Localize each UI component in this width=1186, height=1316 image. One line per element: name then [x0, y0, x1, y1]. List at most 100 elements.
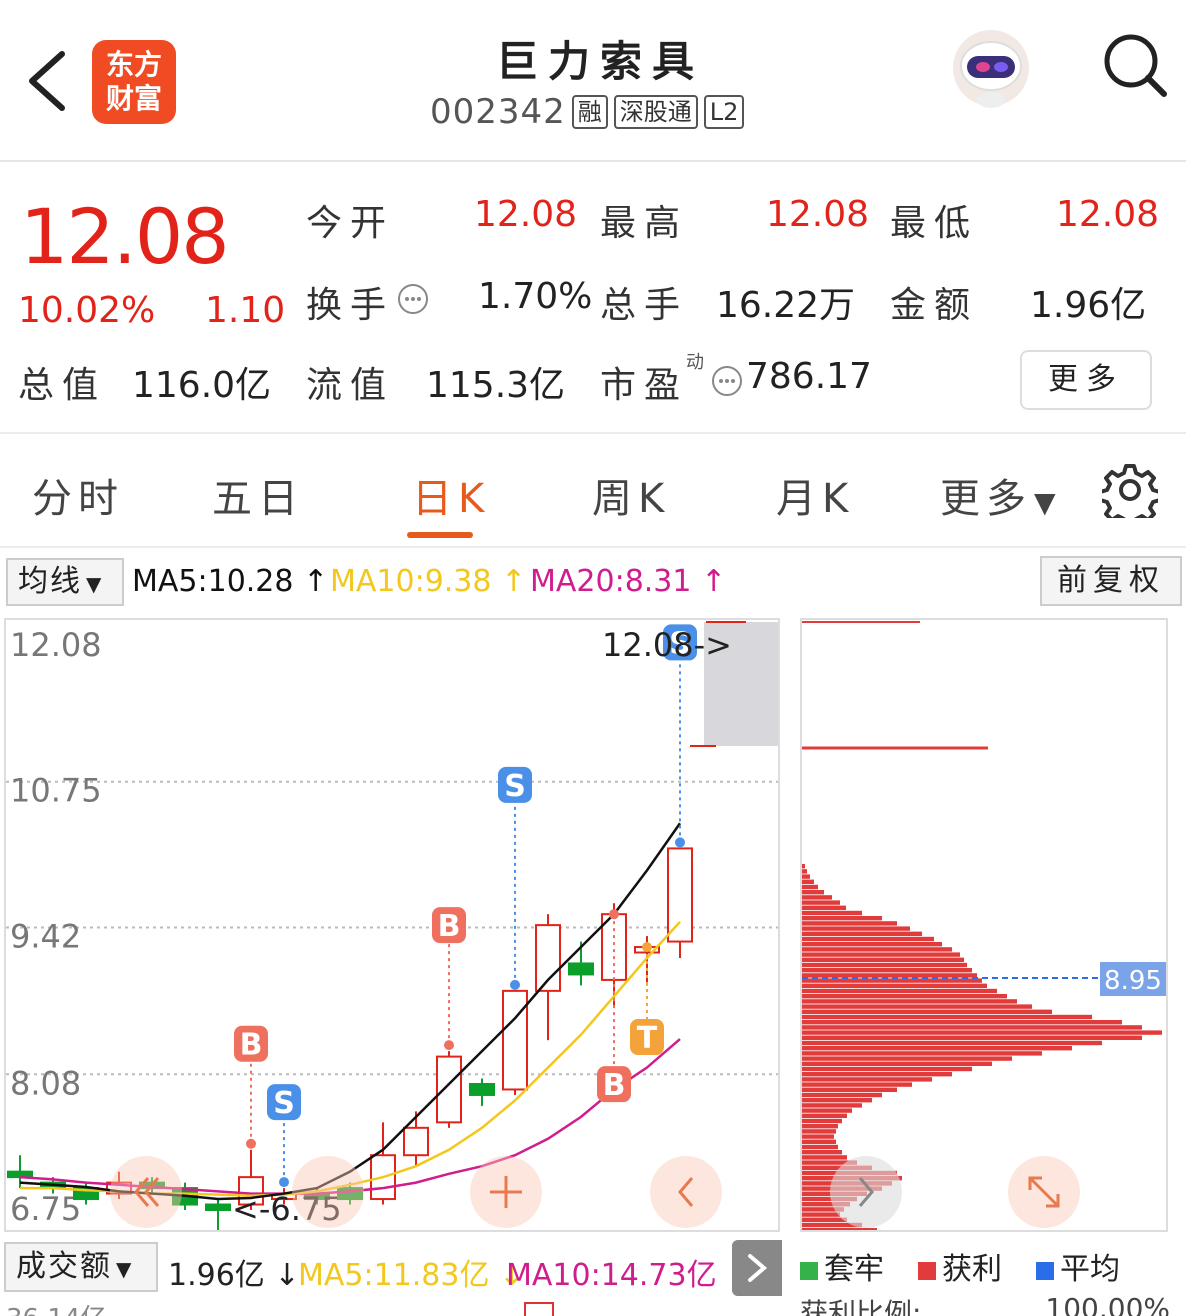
chip-bar: [802, 1150, 842, 1155]
chip-bar: [802, 1118, 842, 1124]
chip-bar: [802, 874, 810, 879]
last-price: 12.08: [20, 192, 230, 281]
info-dots-icon[interactable]: [396, 282, 430, 316]
legend-average: 平均: [1036, 1244, 1120, 1288]
chip-bar: [802, 1129, 836, 1134]
low-label: 最低: [890, 203, 979, 244]
quote-panel: 12.08 10.02% 1.10 今开 12.08 最高 12.08 最低 1…: [0, 164, 1186, 434]
gear-icon[interactable]: [1102, 462, 1158, 518]
chip-bar: [802, 1014, 1092, 1020]
logo-line2: 财富: [105, 82, 162, 115]
change-amount: 1.10: [205, 290, 286, 331]
caret-down-icon: ▼: [1034, 486, 1062, 519]
tab-monthly-k[interactable]: 月K: [776, 466, 854, 524]
tag-l2: L2: [703, 95, 745, 129]
chip-bar: [802, 947, 952, 952]
chip-distribution-chart[interactable]: 8.95: [800, 618, 1168, 1290]
tab-intraday[interactable]: 分时: [32, 466, 124, 524]
candle-body: [205, 1203, 231, 1211]
tab-daily-k[interactable]: 日K: [412, 466, 490, 524]
chip-bar: [802, 1082, 912, 1087]
signal-label: B: [240, 1028, 263, 1063]
chip-svg: 8.95: [802, 621, 1166, 1290]
ma-select[interactable]: 均线 ▼: [6, 558, 124, 606]
tag-connect: 深股通: [613, 95, 698, 129]
legend-label: 套牢: [824, 1252, 884, 1287]
candle-body: [7, 1170, 33, 1179]
pe-superscript: 动: [686, 352, 704, 373]
signal-label: T: [637, 1021, 658, 1056]
info-dots-icon[interactable]: [710, 364, 744, 398]
signal-dot: [675, 837, 685, 848]
chip-bar: [802, 978, 982, 983]
low-value: 12.08: [1056, 194, 1160, 235]
stock-name: 巨力索具: [495, 37, 704, 86]
chip-bar: [802, 864, 805, 869]
ma5-line: [19, 822, 682, 1201]
tab-more[interactable]: 更多▼: [940, 466, 1062, 524]
chip-bar: [802, 1113, 847, 1118]
chip-bar: [802, 1155, 847, 1160]
signal-label: B: [603, 1068, 626, 1103]
profit-ratio-label: 获利比例:: [800, 1297, 922, 1316]
chip-bar: [802, 910, 862, 916]
search-icon[interactable]: [1100, 30, 1170, 100]
kline-chart[interactable]: 12.08 10.75 9.42 8.08 6.75 B S B S S B T 12.08-> <-6…: [4, 618, 780, 1238]
amount-value: 1.96亿: [1030, 285, 1147, 326]
chip-bar: [802, 869, 807, 874]
volume-select-label: 成交额: [16, 1249, 112, 1284]
legend-swatch: [918, 1261, 936, 1280]
app-logo[interactable]: 东方 财富: [92, 40, 176, 124]
stock-subtitle: 002342 融 深股通 L2: [430, 92, 745, 132]
chip-bar: [802, 900, 840, 905]
adjust-select[interactable]: 前复权: [1040, 556, 1182, 606]
volume-label: 总手: [600, 285, 689, 326]
legend-trapped: 套牢: [800, 1244, 884, 1288]
chip-bar: [802, 973, 977, 978]
volume-select[interactable]: 成交额 ▼: [4, 1242, 158, 1292]
top-bar: 东方 财富 巨力索具 002342 融 深股通 L2: [0, 0, 1186, 162]
turnover-value: 1.70%: [478, 276, 593, 317]
candle-body: [568, 962, 594, 976]
tab-five-day[interactable]: 五日: [212, 466, 304, 524]
ma-indicator-row: 均线 ▼ MA5:10.28 ↑ MA10:9.38 ↑ MA20:8.31 ↑ …: [0, 556, 1186, 612]
chevron-right-icon[interactable]: [732, 1240, 782, 1296]
chip-bar: [802, 1066, 972, 1072]
chip-bar: [802, 1139, 836, 1144]
avg-cost-label: 8.95: [1104, 966, 1162, 996]
high-label: 最高: [600, 203, 689, 244]
signal-dot: [642, 942, 652, 953]
chip-bar: [802, 1061, 992, 1066]
logo-line1: 东方: [105, 48, 162, 81]
chip-bar: [802, 921, 897, 926]
chip-bar: [802, 890, 824, 895]
chip-bar: [802, 931, 922, 936]
more-quote-button[interactable]: 更多: [1020, 350, 1152, 410]
y-axis-label: 12.08: [10, 626, 102, 664]
chip-bar: [802, 1092, 882, 1098]
chip-bar: [802, 1035, 1142, 1040]
ma20-value: MA20:8.31 ↑: [530, 564, 727, 599]
chip-bar: [802, 1098, 872, 1103]
mktcap-value: 116.0亿: [132, 365, 272, 406]
chip-bar: [802, 936, 934, 942]
kline-svg: 12.0810.759.428.086.75 BSBSSBT12.08-><-6…: [6, 621, 780, 1238]
chip-bar: [802, 1134, 834, 1139]
profit-ratio: 获利比例: 100.00%: [800, 1292, 1170, 1316]
robot-assistant-icon[interactable]: [945, 28, 1037, 112]
blank-fab: [292, 1156, 364, 1228]
tab-weekly-k[interactable]: 周K: [592, 466, 670, 524]
candle-body: [667, 847, 693, 943]
chip-bar: [802, 1020, 1122, 1025]
candle-body: [502, 989, 528, 1091]
tag-margin: 融: [571, 95, 608, 129]
y-axis-label: 9.42: [10, 917, 81, 955]
chip-bar: [802, 1046, 1072, 1051]
legend-swatch: [1036, 1261, 1054, 1280]
chip-legend: 套牢 获利 平均: [800, 1244, 1120, 1288]
chip-bar: [802, 1051, 1042, 1056]
ma5-value: MA5:10.28 ↑: [132, 564, 329, 599]
signal-label: S: [273, 1086, 295, 1121]
change-percent: 10.02%: [18, 290, 156, 331]
back-arrow-icon[interactable]: [22, 46, 72, 116]
